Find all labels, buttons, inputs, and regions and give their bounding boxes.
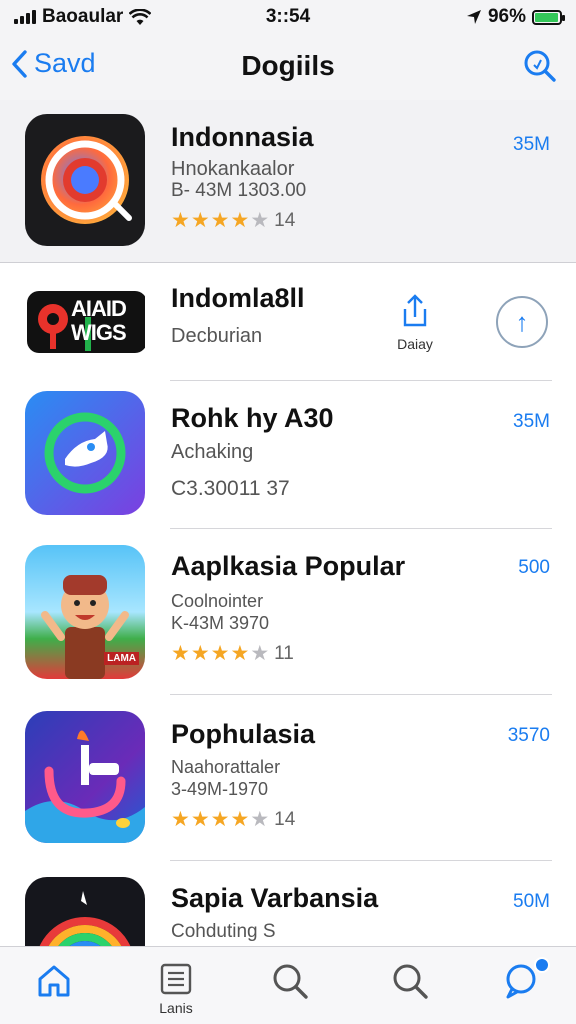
rating-count: 14 (274, 209, 296, 231)
list-item[interactable]: Rohk hy A30 Achaking C3.30011 37 35M (0, 381, 576, 529)
share-icon (403, 294, 427, 327)
icon-tag: LAMA (104, 652, 139, 665)
navigation-bar: Savd Dogiils (0, 34, 576, 100)
app-name: Indomla8ll (171, 283, 305, 313)
download-button[interactable]: ↑ (496, 296, 548, 348)
app-meta: 3-49M-1970 (171, 779, 269, 799)
app-subtitle: Naahorattaler (171, 757, 281, 777)
star-icon: ★ (190, 808, 210, 831)
app-size[interactable]: 3570 (508, 725, 550, 747)
tab-search[interactable] (250, 961, 330, 1004)
app-size[interactable]: 50M (513, 891, 550, 913)
app-name: Aaplkasia Popular (171, 551, 406, 581)
notification-badge (534, 957, 550, 973)
star-icon: ★ (171, 808, 190, 831)
star-icon: ★ (230, 808, 250, 831)
app-size[interactable]: 500 (518, 557, 550, 579)
star-icon: ★ (171, 642, 190, 665)
tab-search-2[interactable] (370, 961, 450, 1004)
star-icon: ★ (190, 209, 210, 232)
tab-lists[interactable]: Lanis (136, 961, 216, 1016)
app-name: Rohk hy A30 (171, 403, 334, 433)
app-icon-logo: AIAID WIGS (25, 277, 145, 367)
status-right: 96% (466, 6, 565, 28)
star-empty-icon: ★ (250, 642, 270, 665)
app-subtitle: Decburian (171, 325, 263, 347)
app-name: Sapia Varbansia (171, 883, 379, 913)
app-list: Indonnasia Hnokankaalor B- 43M 1303.00 ★… (0, 100, 576, 1009)
app-name: Indonnasia (171, 122, 314, 152)
rating-stars: ★ ★ ★ ★ ★ 14 (171, 208, 295, 233)
app-icon-music (25, 711, 145, 843)
list-item[interactable]: LAMA Aaplkasia Popular Coolnointer K-43M… (0, 529, 576, 695)
logo-text: AIAID WIGS (71, 296, 127, 345)
star-icon: ★ (190, 642, 210, 665)
star-icon: ★ (210, 209, 230, 232)
star-empty-icon: ★ (250, 808, 270, 831)
download-arrow-icon: ↑ (515, 306, 529, 337)
app-meta: B- 43M 1303.00 (171, 180, 307, 201)
battery-level (535, 12, 559, 22)
tab-label: Lanis (159, 1000, 193, 1016)
star-icon: ★ (230, 209, 250, 232)
rating-stars: ★ ★ ★ ★ ★ 11 (171, 641, 294, 666)
list-item[interactable]: Indonnasia Hnokankaalor B- 43M 1303.00 ★… (0, 100, 576, 263)
battery-icon (532, 9, 565, 25)
list-item[interactable]: Pophulasia Naahorattaler 3-49M-1970 ★ ★ ★ ★… (0, 695, 576, 861)
search-button[interactable] (522, 48, 558, 89)
rating-count: 14 (274, 808, 296, 830)
star-icon: ★ (230, 642, 250, 665)
tab-bar: Lanis (0, 946, 576, 1024)
app-subtitle: Hnokankaalor (171, 158, 295, 180)
star-icon: ★ (210, 808, 230, 831)
tab-chat[interactable] (482, 957, 562, 1004)
battery-percent: 96% (487, 6, 526, 27)
app-subtitle: Cohduting S (171, 921, 276, 942)
app-icon-chat (25, 391, 145, 515)
app-size[interactable]: 35M (513, 134, 550, 156)
tab-home[interactable] (14, 961, 94, 1004)
app-name: Pophulasia (171, 719, 316, 749)
app-meta: K-43M 3970 (171, 613, 270, 633)
search-icon (273, 964, 308, 999)
location-arrow-icon (466, 10, 481, 24)
star-icon: ★ (171, 209, 190, 232)
page-title: Dogiils (241, 50, 335, 81)
star-icon: ★ (210, 642, 230, 665)
star-empty-icon: ★ (250, 209, 270, 232)
app-subtitle: Coolnointer (171, 591, 264, 611)
search-icon (524, 50, 556, 82)
app-subtitle: Achaking (171, 441, 254, 463)
status-bar: Baoaular 3::54 96% (0, 0, 576, 34)
app-size[interactable]: 35M (513, 411, 550, 433)
app-icon-camera-ring (25, 114, 145, 246)
app-icon-character: LAMA (25, 545, 145, 679)
home-icon (38, 965, 70, 997)
share-label: Daiay (397, 336, 433, 352)
list-item[interactable]: AIAID WIGS Indomla8ll Decburian Daiay ↑ (0, 263, 576, 381)
rating-count: 11 (274, 642, 294, 664)
rating-stars: ★ ★ ★ ★ ★ 14 (171, 807, 295, 832)
list-icon (160, 963, 192, 995)
share-button[interactable]: Daiay (392, 293, 438, 352)
search-icon (393, 964, 428, 999)
app-meta: C3.30011 37 (171, 477, 290, 500)
